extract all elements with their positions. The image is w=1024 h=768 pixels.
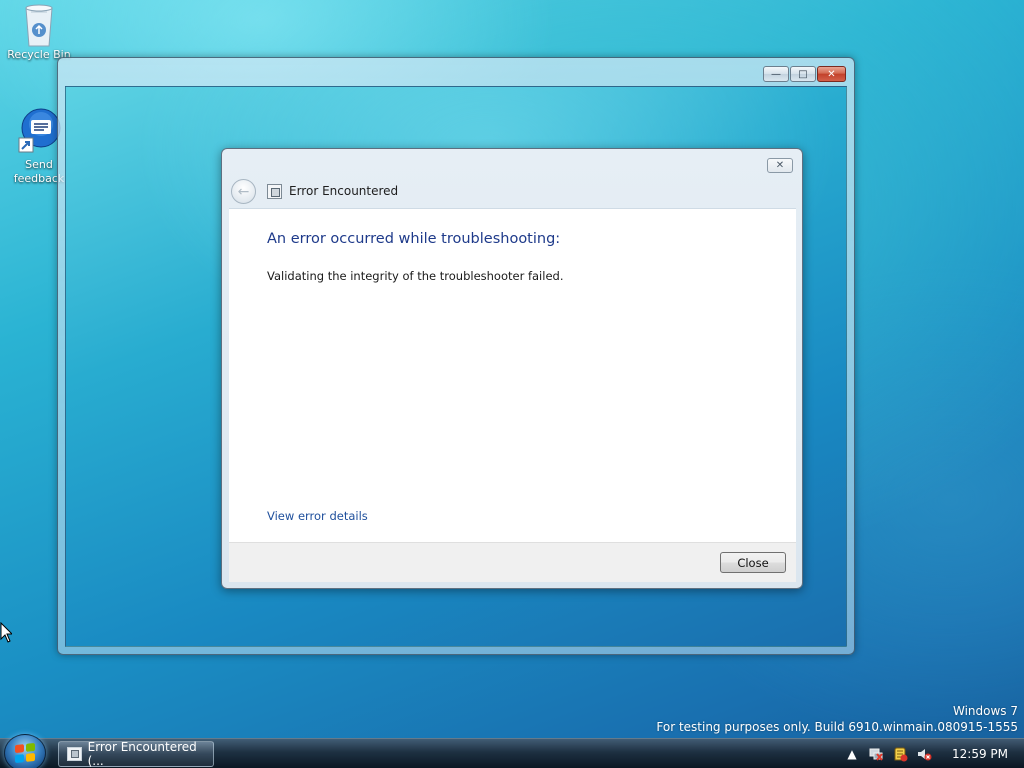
- back-arrow-icon: ←: [237, 183, 250, 200]
- send-feedback-icon: [17, 108, 61, 158]
- notification-area: ▲ 12:59 PM: [836, 739, 1024, 768]
- back-button[interactable]: ←: [231, 179, 256, 204]
- close-window-button[interactable]: ✕: [817, 66, 846, 82]
- error-dialog: ✕ ← Error Encountered An error occurred …: [221, 148, 803, 589]
- show-hidden-icons-arrow[interactable]: ▲: [844, 746, 860, 762]
- minimize-button[interactable]: —: [763, 66, 789, 82]
- system-clock[interactable]: 12:59 PM: [952, 747, 1008, 761]
- close-icon: ✕: [827, 68, 836, 80]
- windows-logo-icon: [15, 742, 35, 764]
- network-icon[interactable]: [868, 746, 884, 762]
- error-message: Validating the integrity of the troubles…: [267, 269, 564, 283]
- dialog-footer: Close: [229, 542, 796, 582]
- maximize-icon: □: [798, 68, 808, 80]
- start-button[interactable]: [4, 734, 46, 768]
- watermark-build-info: For testing purposes only. Build 6910.wi…: [656, 720, 1018, 734]
- dialog-content: An error occurred while troubleshooting:…: [229, 208, 796, 542]
- watermark-os-name: Windows 7: [952, 704, 1018, 718]
- taskbar: Error Encountered (... ▲ 12:59 PM: [0, 734, 1024, 768]
- close-icon: ✕: [775, 160, 785, 171]
- window-controls: — □ ✕: [763, 66, 846, 82]
- minimize-icon: —: [771, 68, 781, 80]
- troubleshooter-icon: [67, 747, 82, 761]
- maximize-button[interactable]: □: [790, 66, 816, 82]
- action-center-icon[interactable]: [892, 746, 908, 762]
- mouse-cursor-icon: [0, 622, 12, 643]
- error-heading: An error occurred while troubleshooting:: [267, 231, 561, 247]
- desktop-icon-recycle-bin[interactable]: Recycle Bin: [4, 2, 74, 62]
- dialog-close-button[interactable]: ✕: [767, 158, 793, 173]
- build-watermark: Windows 7 For testing purposes only. Bui…: [656, 703, 1018, 735]
- view-error-details-link[interactable]: View error details: [267, 509, 368, 523]
- close-button[interactable]: Close: [720, 552, 786, 573]
- volume-muted-icon[interactable]: [916, 746, 932, 762]
- dialog-title: Error Encountered: [289, 184, 399, 198]
- recycle-bin-icon: [22, 2, 56, 48]
- troubleshooter-icon: [267, 184, 282, 199]
- taskbar-button-label: Error Encountered (...: [87, 740, 197, 768]
- taskbar-button-error-encountered[interactable]: Error Encountered (...: [58, 740, 214, 768]
